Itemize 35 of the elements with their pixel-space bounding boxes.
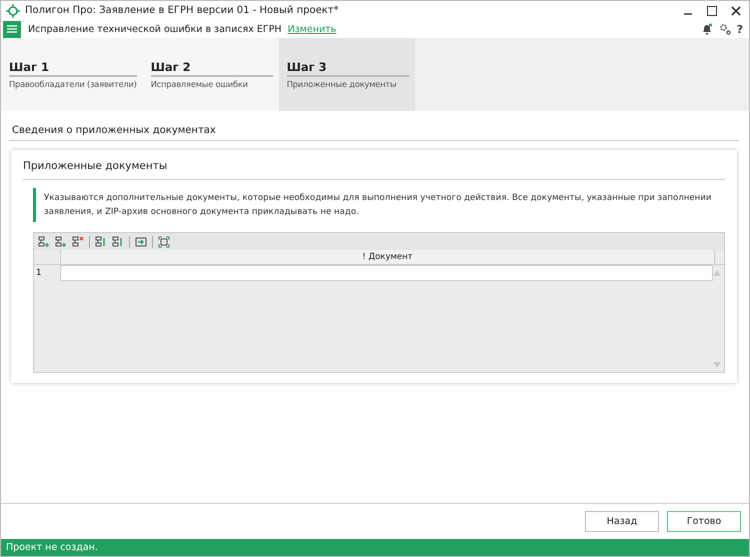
app-logo-icon: [6, 4, 20, 18]
table-row-icon[interactable]: [72, 236, 84, 248]
help-icon[interactable]: ?: [736, 22, 743, 36]
maximize-icon[interactable]: [707, 6, 717, 16]
table-row-icon[interactable]: [38, 236, 50, 248]
step-number: Шаг 2: [150, 60, 273, 77]
close-icon[interactable]: [731, 6, 741, 16]
notification-bell-icon[interactable]: [700, 23, 713, 35]
row-number: 1: [35, 267, 42, 280]
step-label: Правообладатели (заявители): [9, 79, 137, 89]
table-row-icon[interactable]: [95, 236, 107, 248]
menu-icon: [7, 25, 17, 33]
menu-button[interactable]: [3, 20, 21, 38]
done-button[interactable]: Готово: [667, 511, 741, 532]
column-header: ! Документ: [60, 250, 715, 264]
window-title: Полигон Про: Заявление в ЕГРН версии 01 - Новый проект*: [25, 5, 339, 16]
step-label: Приложенные документы: [286, 79, 398, 89]
document-type-title: Исправление технической ошибки в записях ЕГРН: [28, 24, 282, 34]
import-icon[interactable]: [135, 236, 147, 248]
table-row-icon[interactable]: [55, 236, 67, 248]
step-tab[interactable]: Шаг 3 Приложенные документы: [278, 38, 415, 111]
card-title: Приложенные документы: [23, 160, 725, 180]
step-tab[interactable]: Шаг 2 Исправляемые ошибки: [142, 38, 279, 111]
info-note: Указываются дополнительные документы, которые необходимы для выполнения учетного действия. Все документы, указанные при заполнении заявления, и ZIP-архив основного документа прикладывать не надо.: [33, 188, 725, 222]
settings-icon[interactable]: [718, 23, 731, 35]
status-bar: Проект не создан.: [1, 539, 749, 556]
back-button[interactable]: Назад: [585, 511, 659, 532]
fit-frame-icon[interactable]: [158, 236, 170, 248]
section-title: Сведения о приложенных документах: [9, 125, 739, 141]
step-number: Шаг 3: [286, 60, 409, 77]
table-cell[interactable]: [60, 265, 713, 281]
table-row-icon[interactable]: [112, 236, 124, 248]
step-label: Исправляемые ошибки: [150, 79, 249, 89]
step-tab[interactable]: Шаг 1 Правообладатели (заявители): [1, 38, 143, 111]
step-number: Шаг 1: [9, 60, 137, 77]
